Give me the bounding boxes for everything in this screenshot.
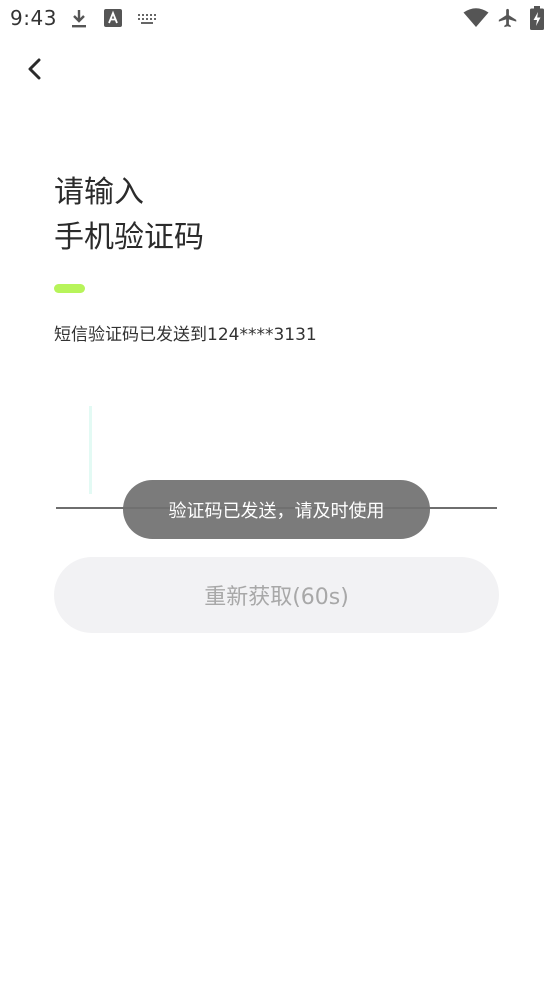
accent-bar xyxy=(54,284,85,293)
toast-message: 验证码已发送，请及时使用 xyxy=(123,480,430,539)
download-icon xyxy=(70,9,88,33)
toast-text: 验证码已发送，请及时使用 xyxy=(168,500,385,522)
resend-code-button[interactable]: 重新获取(60s) xyxy=(54,557,499,633)
sms-sent-notice: 短信验证码已发送到124****3131 xyxy=(54,325,317,345)
wifi-icon xyxy=(463,8,489,32)
back-button[interactable] xyxy=(18,54,52,88)
resend-code-label: 重新获取(60s) xyxy=(204,585,349,610)
status-time: 9:43 xyxy=(10,6,57,30)
page-title: 请输入 手机验证码 xyxy=(54,170,204,260)
input-caret xyxy=(89,406,92,494)
airplane-icon xyxy=(497,7,519,33)
battery-charging-icon xyxy=(530,6,544,34)
chevron-left-icon xyxy=(26,58,44,84)
status-bar: 9:43 xyxy=(0,0,553,36)
title-line-2: 手机验证码 xyxy=(54,220,204,255)
title-line-1: 请输入 xyxy=(54,175,144,210)
font-a-icon xyxy=(104,9,122,31)
keyboard-icon xyxy=(137,11,157,30)
